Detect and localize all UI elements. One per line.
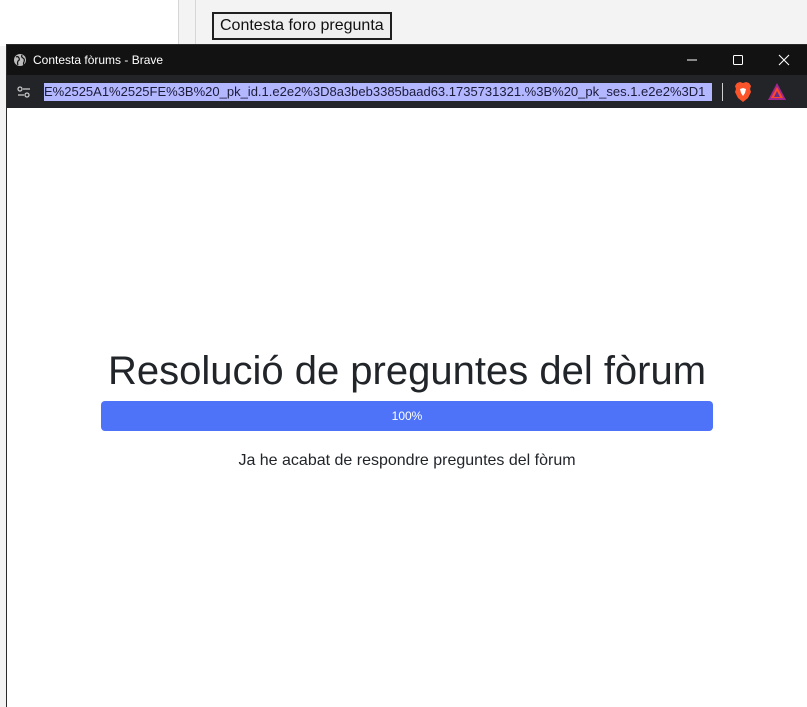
contesta-foro-pregunta-button[interactable]: Contesta foro pregunta (212, 12, 392, 40)
brave-rewards-icon[interactable] (767, 82, 787, 102)
page-content: Resolució de preguntes del fòrum 100% Ja… (7, 108, 807, 707)
window-title: Contesta fòrums - Brave (33, 53, 164, 67)
maximize-icon (733, 55, 743, 65)
globe-icon (13, 53, 27, 67)
address-bar: E%2525A1%2525FE%3B%20_pk_id.1.e2e2%3D8a3… (7, 75, 807, 108)
close-button[interactable] (761, 45, 807, 75)
window-titlebar: Contesta fòrums - Brave (7, 45, 807, 75)
site-info-icon[interactable] (13, 81, 35, 103)
progress-bar: 100% (101, 401, 713, 431)
brave-shield-icon[interactable] (733, 81, 753, 103)
background-sidebar (0, 0, 179, 46)
background-divider (195, 0, 196, 46)
browser-popup-window: Contesta fòrums - Brave E%2525A1%2525FE%… (7, 45, 807, 707)
maximize-button[interactable] (715, 45, 761, 75)
minimize-button[interactable] (669, 45, 715, 75)
completion-message: Ja he acabat de respondre preguntes del … (238, 452, 576, 469)
progress-bar-track: 100% (101, 401, 713, 431)
address-bar-separator (722, 83, 723, 101)
minimize-icon (687, 59, 697, 61)
window-controls (669, 45, 807, 75)
page-title: Resolució de preguntes del fòrum (107, 349, 707, 393)
close-icon (778, 54, 790, 66)
url-field[interactable]: E%2525A1%2525FE%3B%20_pk_id.1.e2e2%3D8a3… (44, 83, 712, 101)
